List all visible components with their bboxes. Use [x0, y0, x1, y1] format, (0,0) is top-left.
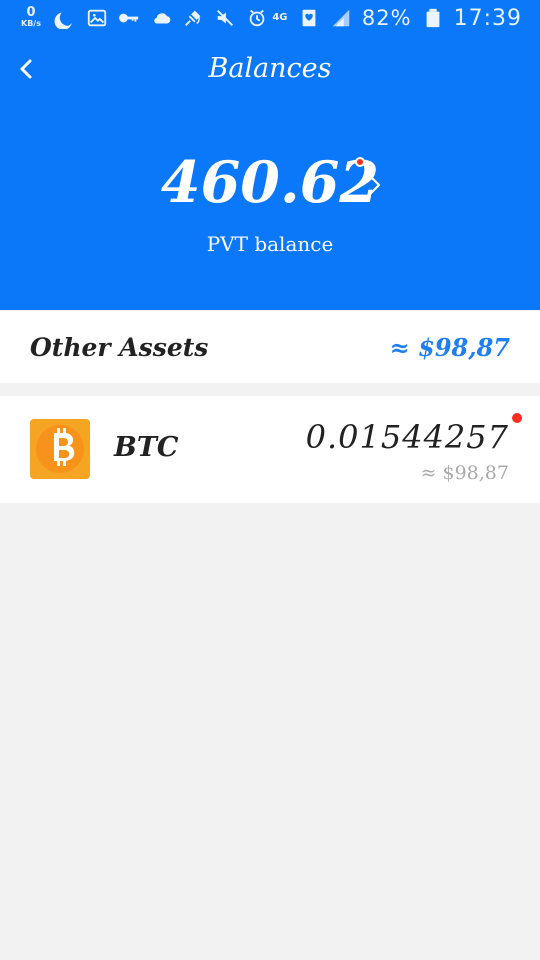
signal-icon [330, 7, 352, 29]
pvt-balance-value[interactable]: 460.62 [161, 148, 379, 218]
pvt-balance-label: PVT balance [206, 232, 334, 256]
battery-icon [422, 7, 444, 29]
network-speed-indicator: 0 KB/s [18, 6, 44, 30]
status-bar: 0 KB/s 4G 82% 17:39 [0, 0, 540, 36]
balance-notification-dot [355, 157, 365, 167]
heart-box-icon [298, 7, 320, 29]
pvt-balance-summary: 460.62 PVT balance [0, 146, 540, 266]
satellite-icon [182, 7, 204, 29]
chevron-right-icon [369, 175, 381, 195]
network-speed-value: 0 [26, 5, 36, 20]
battery-percent: 82% [361, 6, 412, 30]
balance-value-row: 460.62 [0, 148, 540, 218]
asset-row-btc[interactable]: BTC 0.01544257 ≈ $98,87 [0, 396, 540, 503]
network-speed-unit: KB/s [21, 19, 41, 28]
bitcoin-icon [30, 419, 90, 479]
asset-fiat-value: ≈ $98,87 [420, 462, 509, 484]
other-assets-title: Other Assets [30, 333, 209, 362]
mute-icon [214, 7, 236, 29]
asset-symbol: BTC [114, 432, 179, 463]
navigation-bar: Balances [0, 36, 540, 106]
page-title: Balances [208, 53, 332, 84]
balance-header: 0 KB/s 4G 82% 17:39 Balances 460.62 PVT … [0, 0, 540, 310]
asset-amount: 0.01544257 [305, 418, 509, 456]
image-icon [86, 7, 108, 29]
clock-time: 17:39 [453, 5, 522, 31]
cloud-icon [150, 7, 172, 29]
status-right-icons: 4G 82% 17:39 [272, 5, 522, 31]
asset-notification-dot [512, 413, 522, 423]
moon-icon [54, 7, 76, 29]
network-type: 4G [272, 12, 288, 23]
other-assets-total: ≈ $98,87 [389, 333, 510, 362]
balances-screen: 0 KB/s 4G 82% 17:39 Balances 460.62 PVT … [0, 0, 540, 960]
balance-details-button[interactable] [366, 170, 384, 200]
key-icon [118, 7, 140, 29]
other-assets-header: Other Assets ≈ $98,87 [0, 311, 540, 383]
status-left-icons: 0 KB/s [18, 6, 268, 30]
alarm-icon [246, 7, 268, 29]
